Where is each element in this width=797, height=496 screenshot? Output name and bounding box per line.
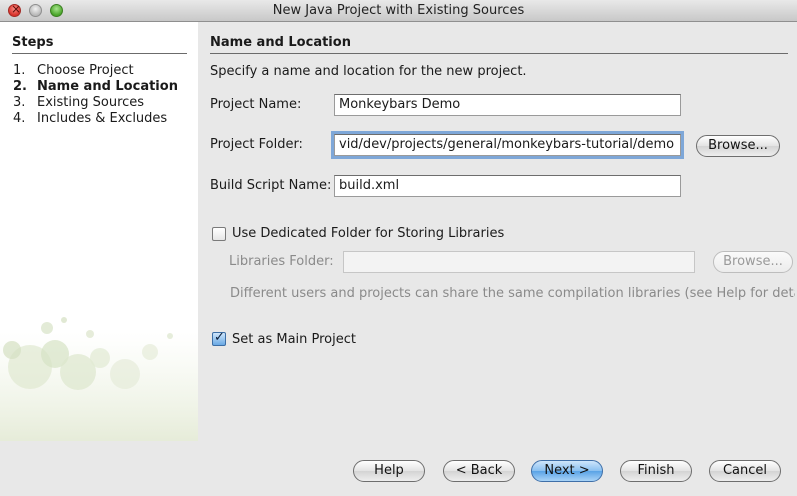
window-title: New Java Project with Existing Sources — [272, 3, 525, 18]
browse-project-folder-button[interactable]: Browse... — [696, 135, 780, 157]
project-folder-input[interactable]: vid/dev/projects/general/monkeybars-tuto… — [331, 131, 684, 159]
title-bar: New Java Project with Existing Sources — [0, 0, 797, 22]
next-button[interactable]: Next > — [531, 460, 603, 482]
project-name-input[interactable]: Monkeybars Demo — [334, 94, 681, 116]
share-libraries-note: Different users and projects can share t… — [230, 286, 795, 301]
steps-title: Steps — [12, 35, 187, 54]
section-title: Name and Location — [210, 35, 788, 54]
cancel-button[interactable]: Cancel — [709, 460, 781, 482]
project-name-label: Project Name: — [210, 97, 302, 112]
step-name-and-location: 2. Name and Location — [13, 79, 178, 94]
project-folder-label: Project Folder: — [210, 137, 303, 152]
back-button[interactable]: < Back — [443, 460, 515, 482]
decorative-bubbles-image — [0, 317, 198, 441]
browse-libraries-folder-button[interactable]: Browse... — [713, 251, 793, 273]
help-button[interactable]: Help — [353, 460, 425, 482]
main-project-checkbox[interactable] — [212, 330, 226, 346]
step-includes-excludes: 4. Includes & Excludes — [13, 111, 168, 126]
libraries-folder-label: Libraries Folder: — [229, 254, 334, 269]
build-script-input[interactable]: build.xml — [334, 175, 681, 197]
libraries-folder-input[interactable] — [343, 251, 695, 273]
dedicated-folder-label: Use Dedicated Folder for Storing Librari… — [232, 226, 505, 241]
step-existing-sources: 3. Existing Sources — [13, 95, 145, 110]
build-script-label: Build Script Name: — [210, 178, 332, 193]
main-project-label: Set as Main Project — [232, 332, 356, 347]
finish-button[interactable]: Finish — [620, 460, 692, 482]
steps-panel: Steps 1. Choose Project 2. Name and Locati… — [0, 22, 198, 441]
step-choose-project: 1. Choose Project — [13, 63, 134, 78]
dedicated-folder-checkbox[interactable] — [212, 227, 226, 241]
description-text: Specify a name and location for the new … — [210, 64, 527, 79]
